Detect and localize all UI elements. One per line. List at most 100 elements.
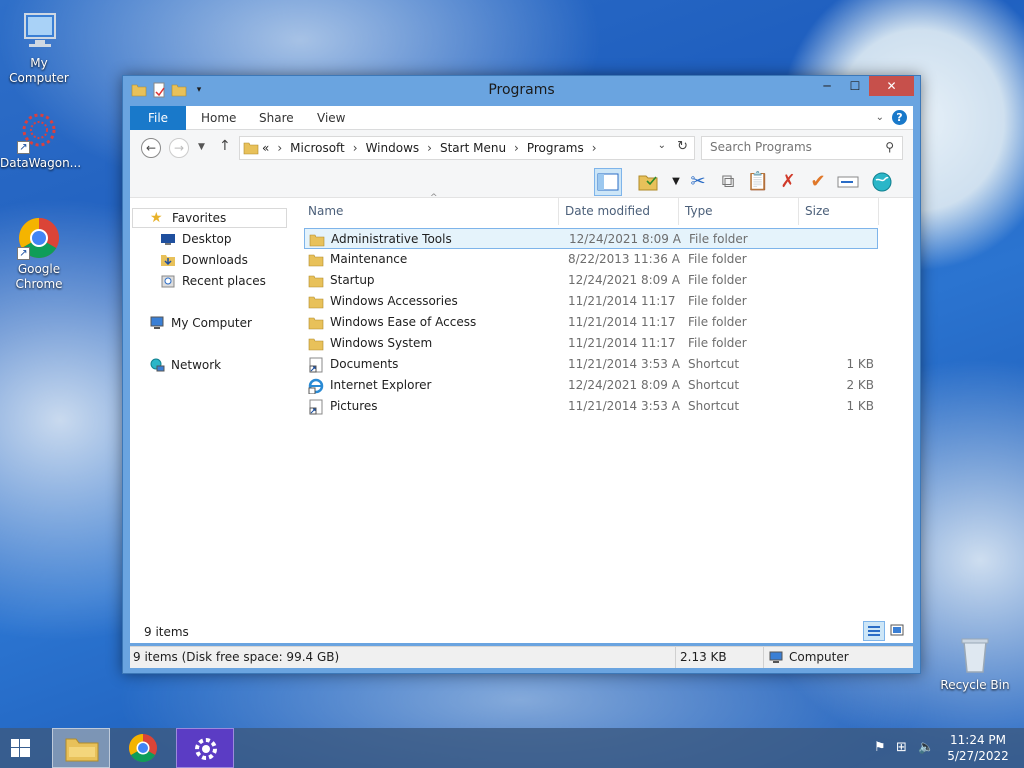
search-icon[interactable]: ⚲ xyxy=(885,140,894,154)
nav-network[interactable]: Network xyxy=(149,355,221,375)
close-button[interactable]: ✕ xyxy=(869,76,914,96)
globe-button[interactable] xyxy=(868,168,896,196)
shortcut-arrow-icon: ↗ xyxy=(17,141,30,154)
network-status-icon[interactable]: ⊞ xyxy=(896,740,907,755)
rename-box-icon xyxy=(837,176,859,188)
file-name: Pictures xyxy=(330,399,378,413)
breadcrumb-overflow[interactable]: « xyxy=(262,137,269,159)
file-type: File folder xyxy=(689,232,748,246)
nav-recent-places[interactable]: Recent places xyxy=(160,271,266,291)
desktop-icon-datawagon[interactable]: ↗ DataWagon... xyxy=(0,110,81,171)
column-header-size[interactable]: Size xyxy=(799,198,879,225)
desktop-icon-recycle-bin[interactable]: Recycle Bin xyxy=(936,632,1014,693)
folder-icon xyxy=(243,142,259,155)
start-button[interactable] xyxy=(0,728,58,768)
recent-locations-icon[interactable]: ▼ xyxy=(198,142,205,152)
status-bar: 9 items (Disk free space: 99.4 GB) 2.13 … xyxy=(130,646,913,668)
file-date: 11/21/2014 11:17 ... xyxy=(568,294,680,308)
column-header-type[interactable]: Type xyxy=(679,198,799,225)
folder-options-button[interactable] xyxy=(634,168,662,196)
file-date: 11/21/2014 3:53 AM xyxy=(568,399,680,413)
file-date: 12/24/2021 8:09 AM xyxy=(569,232,681,246)
file-date: 11/21/2014 11:17 ... xyxy=(568,336,680,350)
taskbar: ⚑ ⊞ 🔈 11:24 PM 5/27/2022 xyxy=(0,728,1024,768)
nav-desktop[interactable]: Desktop xyxy=(160,229,232,249)
breadcrumb-programs[interactable]: Programs xyxy=(527,137,584,159)
file-date: 12/24/2021 8:09 AM xyxy=(568,273,680,287)
clock-time: 11:24 PM xyxy=(950,733,1006,747)
file-explorer-icon xyxy=(65,738,99,762)
table-row[interactable]: Documents 11/21/2014 3:53 AM Shortcut 1 KB xyxy=(304,354,878,375)
address-dropdown-icon[interactable]: ⌄ xyxy=(658,140,666,151)
preview-pane-button[interactable] xyxy=(594,168,622,196)
large-icons-view-button[interactable] xyxy=(887,621,909,641)
delete-icon[interactable]: ✗ xyxy=(774,168,802,196)
file-type: File folder xyxy=(688,252,747,266)
table-row[interactable]: Windows Ease of Access 11/21/2014 11:17 .… xyxy=(304,312,878,333)
globe-icon xyxy=(872,172,892,192)
cut-icon[interactable]: ✂ xyxy=(684,168,712,196)
status-disk-info: 9 items (Disk free space: 99.4 GB) xyxy=(133,650,340,664)
properties-check-icon[interactable]: ✔ xyxy=(804,168,832,196)
file-name: Windows Ease of Access xyxy=(330,315,477,329)
tab-view[interactable]: View xyxy=(317,106,345,130)
search-input[interactable] xyxy=(710,140,870,154)
nav-favorites[interactable]: ★ Favorites xyxy=(132,208,287,228)
paste-icon[interactable]: 📋 xyxy=(744,168,772,196)
preview-pane-icon xyxy=(597,173,619,191)
nav-downloads[interactable]: Downloads xyxy=(160,250,248,270)
taskbar-settings[interactable] xyxy=(176,728,234,768)
table-row[interactable]: Internet Explorer 12/24/2021 8:09 AM Short… xyxy=(304,375,878,396)
column-header-name[interactable]: Name xyxy=(302,198,559,225)
search-box[interactable]: ⚲ xyxy=(701,136,903,160)
taskbar-chrome[interactable] xyxy=(114,728,172,768)
breadcrumb-start-menu[interactable]: Start Menu xyxy=(440,137,506,159)
clock[interactable]: 11:24 PM 5/27/2022 xyxy=(938,732,1018,764)
maximize-button[interactable]: ☐ xyxy=(841,76,869,96)
computer-icon xyxy=(17,10,61,54)
content-area: ★ Favorites Desktop Downloads Recent pla… xyxy=(130,193,913,643)
help-icon[interactable]: ? xyxy=(892,110,907,125)
up-button[interactable]: ↑ xyxy=(219,138,231,154)
tab-home[interactable]: Home xyxy=(201,106,236,130)
file-date: 11/21/2014 3:53 AM xyxy=(568,357,680,371)
desktop-icon-my-computer[interactable]: My Computer xyxy=(0,10,78,86)
rename-icon[interactable] xyxy=(834,168,862,196)
copy-icon[interactable]: ⧉ xyxy=(714,168,742,196)
address-bar[interactable]: «› Microsoft › Windows › Start Menu › Progr… xyxy=(239,136,695,160)
folder-icon xyxy=(308,315,324,331)
table-row[interactable]: Maintenance 8/22/2013 11:36 AM File folder xyxy=(304,249,878,270)
table-row[interactable]: Startup 12/24/2021 8:09 AM File folder xyxy=(304,270,878,291)
table-row[interactable]: Windows System 11/21/2014 11:17 ... File f… xyxy=(304,333,878,354)
breadcrumb-microsoft[interactable]: Microsoft xyxy=(290,137,345,159)
action-center-flag-icon[interactable]: ⚑ xyxy=(874,740,886,755)
back-button[interactable]: ← xyxy=(141,138,161,158)
title-bar[interactable]: ▾ Programs ─ ☐ ✕ xyxy=(123,76,920,106)
tab-share[interactable]: Share xyxy=(259,106,294,130)
expand-ribbon-icon[interactable]: ⌄ xyxy=(876,112,884,123)
computer-icon xyxy=(149,315,165,331)
file-name: Startup xyxy=(330,273,375,287)
volume-muted-icon[interactable]: 🔈 xyxy=(918,740,934,755)
table-row[interactable]: Windows Accessories 11/21/2014 11:17 ... F… xyxy=(304,291,878,312)
nav-my-computer[interactable]: My Computer xyxy=(149,313,252,333)
nav-label: Downloads xyxy=(182,253,248,267)
file-name: Windows Accessories xyxy=(330,294,458,308)
file-size: 1 KB xyxy=(846,357,874,371)
taskbar-file-explorer[interactable] xyxy=(52,728,110,768)
desktop-icon-google-chrome[interactable]: ↗ Google Chrome xyxy=(0,216,78,292)
minimize-button[interactable]: ─ xyxy=(813,76,841,96)
file-type: Shortcut xyxy=(688,399,740,413)
folder-icon xyxy=(308,252,324,268)
table-row[interactable]: Administrative Tools 12/24/2021 8:09 AM Fi… xyxy=(304,228,878,249)
tab-file[interactable]: File xyxy=(130,106,186,130)
details-view-button[interactable] xyxy=(863,621,885,641)
refresh-icon[interactable]: ↻ xyxy=(677,139,688,154)
ribbon-tabs: File Home Share View ⌄ ? xyxy=(130,106,913,130)
breadcrumb-windows[interactable]: Windows xyxy=(366,137,420,159)
table-row[interactable]: Pictures 11/21/2014 3:53 AM Shortcut 1 KB xyxy=(304,396,878,417)
forward-button[interactable]: → xyxy=(169,138,189,158)
file-name-cell: Pictures xyxy=(308,396,563,417)
column-header-date-modified[interactable]: Date modified xyxy=(559,198,679,225)
nav-label: Recent places xyxy=(182,274,266,288)
